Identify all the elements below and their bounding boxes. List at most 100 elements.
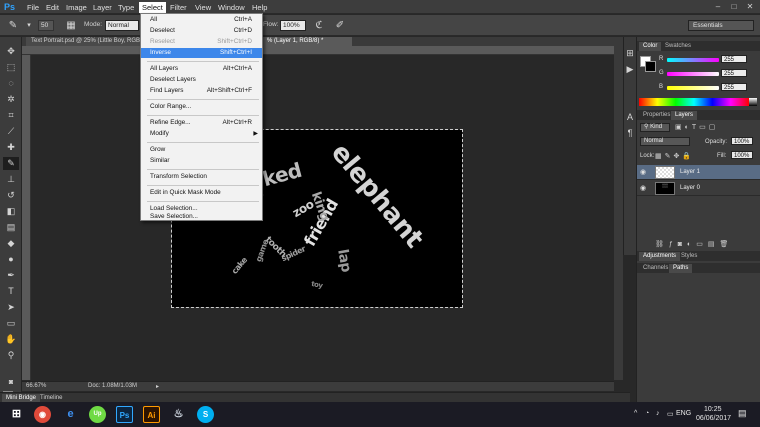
close-icon[interactable]: ✕ — [744, 2, 756, 12]
menu-item-deselect-layers[interactable]: Deselect Layers — [141, 75, 262, 85]
brush-tool-icon[interactable]: ✎ — [3, 157, 19, 170]
minimize-icon[interactable]: – — [712, 2, 724, 12]
menu-image[interactable]: Image — [63, 2, 90, 13]
tab-properties[interactable]: Properties — [639, 111, 674, 120]
menu-window[interactable]: Window — [215, 2, 248, 13]
eye-icon[interactable]: ◉ — [640, 184, 646, 192]
steam-icon[interactable]: ♨ — [170, 406, 187, 423]
clock-date[interactable]: 06/06/2017 — [696, 415, 731, 422]
quick-select-tool-icon[interactable]: ✲ — [3, 93, 19, 106]
blend-mode-select[interactable]: Normal — [640, 137, 690, 146]
battery-icon[interactable]: ▭ — [667, 410, 674, 418]
menu-item-all-layers[interactable]: All Layers Alt+Ctrl+A — [141, 64, 262, 74]
tab-adjustments[interactable]: Adjustments — [639, 252, 681, 261]
bg-color-chip[interactable] — [645, 61, 656, 72]
blur-tool-icon[interactable]: ◆ — [3, 237, 19, 250]
menu-item-save-selection[interactable]: Save Selection... — [141, 213, 262, 221]
menu-select[interactable]: Select — [139, 2, 166, 13]
tab-mini-bridge[interactable]: Mini Bridge — [2, 394, 41, 402]
mode-select[interactable]: Normal — [105, 20, 139, 31]
zoom-level[interactable]: 66.67% — [26, 383, 46, 389]
tab-layer-doc[interactable]: % (Layer 1, RGB/8) * — [262, 37, 352, 46]
tab-styles[interactable]: Styles — [677, 252, 701, 261]
quick-mask-icon[interactable]: ◙ — [3, 376, 19, 389]
red-value[interactable]: 255 — [721, 55, 747, 63]
chevron-right-icon[interactable]: ▸ — [156, 383, 159, 390]
vertical-scrollbar[interactable] — [614, 46, 623, 380]
brush-tool-icon[interactable]: ✎ — [6, 19, 20, 33]
blue-value[interactable]: 255 — [721, 83, 747, 91]
network-icon[interactable]: ◔ — [645, 410, 649, 417]
type-tool-icon[interactable]: T — [3, 285, 19, 298]
windows-start-icon[interactable]: ⊞ — [8, 406, 25, 423]
layer-row-layer-1[interactable]: ◉ Layer 1 — [637, 165, 760, 180]
dodge-tool-icon[interactable]: ● — [3, 253, 19, 266]
layer-actions-bar[interactable]: ⛓ƒ◙◐▭▤🗑 — [655, 240, 733, 248]
photoshop-taskbar-icon[interactable]: Ps — [116, 406, 133, 423]
paragraph-icon[interactable]: ¶ — [624, 127, 636, 140]
menu-item-deselect[interactable]: Deselect Ctrl+D — [141, 26, 262, 36]
history-brush-icon[interactable]: ↺ — [3, 189, 19, 202]
tab-color[interactable]: Color — [639, 42, 662, 51]
opacity-field[interactable]: 100% — [731, 137, 753, 145]
layer-kind-filter[interactable]: ⚲ Kind — [640, 123, 670, 132]
eraser-tool-icon[interactable]: ◧ — [3, 205, 19, 218]
crop-tool-icon[interactable]: ⌗ — [3, 109, 19, 122]
blue-slider[interactable] — [667, 86, 719, 90]
menu-item-find-layers[interactable]: Find Layers Alt+Shift+Ctrl+F — [141, 86, 262, 96]
brush-size-preview[interactable]: 50 — [38, 20, 54, 31]
flow-field[interactable]: 100% — [280, 20, 306, 31]
menu-layer[interactable]: Layer — [90, 2, 115, 13]
red-slider[interactable] — [667, 58, 719, 62]
green-slider[interactable] — [667, 72, 719, 76]
menu-file[interactable]: File — [24, 2, 42, 13]
language-indicator[interactable]: ENG — [676, 410, 691, 417]
tab-swatches[interactable]: Swatches — [661, 42, 695, 51]
menu-help[interactable]: Help — [249, 2, 270, 13]
character-icon[interactable]: A — [624, 111, 636, 124]
upwork-icon[interactable]: Up — [89, 406, 106, 423]
menu-item-similar[interactable]: Similar — [141, 156, 262, 166]
menu-view[interactable]: View — [192, 2, 214, 13]
hand-tool-icon[interactable]: ✋ — [3, 333, 19, 346]
tab-paths[interactable]: Paths — [669, 264, 693, 273]
menu-edit[interactable]: Edit — [43, 2, 62, 13]
zoom-tool-icon[interactable]: ⚲ — [3, 349, 19, 362]
menu-item-inverse[interactable]: Inverse Shift+Ctrl+I — [141, 48, 262, 58]
notifications-icon[interactable]: ▤ — [738, 408, 747, 419]
healing-tool-icon[interactable]: ✚ — [3, 141, 19, 154]
skype-icon[interactable]: S — [197, 406, 214, 423]
tab-text-portrait[interactable]: Text Portrait.psd @ 25% (Little Boy, RGB… — [26, 37, 144, 46]
actions-icon[interactable]: ▶ — [624, 63, 636, 76]
lock-icons[interactable]: ▦✎✥🔒 — [655, 152, 694, 160]
tab-layers[interactable]: Layers — [671, 111, 698, 120]
menu-item-quick-mask[interactable]: Edit in Quick Mask Mode — [141, 188, 262, 198]
pen-tool-icon[interactable]: ✒ — [3, 269, 19, 282]
marquee-tool-icon[interactable]: ⬚ — [3, 61, 19, 74]
stamp-tool-icon[interactable]: ⊥ — [3, 173, 19, 186]
menu-item-grow[interactable]: Grow — [141, 145, 262, 155]
gradient-tool-icon[interactable]: ▤ — [3, 221, 19, 234]
menu-type[interactable]: Type — [115, 2, 137, 13]
menu-item-refine-edge[interactable]: Refine Edge... Alt+Ctrl+R — [141, 118, 262, 128]
path-select-icon[interactable]: ➤ — [3, 301, 19, 314]
fill-field[interactable]: 100% — [731, 151, 753, 159]
chrome-icon[interactable]: ◉ — [34, 406, 51, 423]
workspace-select[interactable]: Essentials — [688, 20, 754, 31]
clock-time[interactable]: 10:25 — [704, 406, 722, 413]
layer-row-layer-0[interactable]: ◉ ▒▒ Layer 0 — [637, 181, 760, 196]
pressure-icon[interactable]: ✐ — [333, 19, 347, 33]
edge-icon[interactable]: e — [62, 406, 79, 423]
green-value[interactable]: 255 — [721, 69, 747, 77]
menu-item-all[interactable]: All Ctrl+A — [141, 15, 262, 25]
illustrator-taskbar-icon[interactable]: Ai — [143, 406, 160, 423]
menu-item-modify[interactable]: Modify ▶ — [141, 129, 262, 139]
eye-icon[interactable]: ◉ — [640, 168, 646, 176]
shape-tool-icon[interactable]: ▭ — [3, 317, 19, 330]
menu-item-color-range[interactable]: Color Range... — [141, 102, 262, 112]
move-tool-icon[interactable]: ✥ — [3, 45, 19, 58]
history-icon[interactable]: ⊞ — [624, 47, 636, 60]
tab-timeline[interactable]: Timeline — [36, 394, 66, 402]
airbrush-icon[interactable]: ℭ — [312, 19, 326, 33]
menu-filter[interactable]: Filter — [167, 2, 190, 13]
